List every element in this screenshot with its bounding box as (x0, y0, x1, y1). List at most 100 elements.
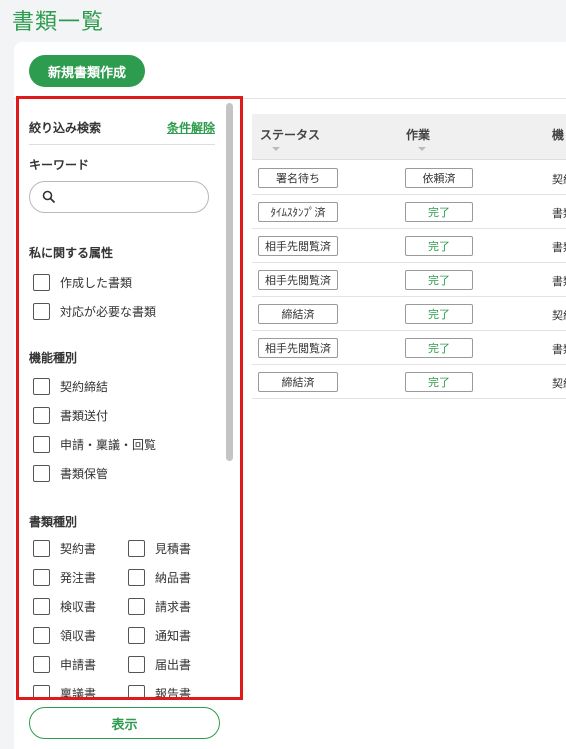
doctype-checkbox-right-5[interactable]: 届出書 (128, 656, 191, 673)
table-header: ステータス 作業 機 (252, 114, 566, 160)
func-cell: 書類 (552, 343, 566, 356)
work-badge: 完了 (405, 236, 473, 256)
keyword-search-field[interactable] (29, 181, 209, 213)
checkbox-label: 書類送付 (60, 409, 109, 423)
search-icon (42, 190, 56, 204)
doctype-checkbox-left-2[interactable]: 発注書 (33, 569, 96, 586)
checkbox-label: 稟議書 (60, 687, 97, 700)
table-row[interactable]: 相手先閲覧済 完了 書類 (252, 263, 566, 297)
checkbox-label: 契約締結 (60, 380, 109, 394)
attr-checkbox-1[interactable]: 作成した書類 (33, 274, 132, 291)
work-badge: 完了 (405, 372, 473, 392)
col-header-status[interactable]: ステータス (260, 126, 320, 143)
table-row[interactable]: 締結済 完了 契約 (252, 297, 566, 331)
checkbox[interactable] (33, 627, 50, 644)
table-row[interactable]: ﾀｲﾑｽﾀﾝﾌﾟ済 完了 書類 (252, 195, 566, 229)
checkbox[interactable] (128, 598, 145, 615)
checkbox[interactable] (128, 627, 145, 644)
status-badge: 相手先閲覧済 (258, 338, 338, 358)
status-badge: 相手先閲覧済 (258, 270, 338, 290)
checkbox-label: 作成した書類 (60, 276, 133, 290)
work-badge: 完了 (405, 270, 473, 290)
checkbox-label: 届出書 (155, 658, 192, 672)
doctype-checkbox-right-1[interactable]: 見積書 (128, 540, 191, 557)
checkbox-label: 書類保管 (60, 467, 109, 481)
new-document-button[interactable]: 新規書類作成 (29, 55, 145, 87)
checkbox-label: 発注書 (60, 571, 97, 585)
clear-filter-link[interactable]: 条件解除 (167, 119, 215, 136)
func-cell: 書類 (552, 275, 566, 288)
checkbox-label: 請求書 (155, 600, 192, 614)
doctype-checkbox-right-6[interactable]: 報告書 (128, 685, 192, 700)
doctype-checkbox-right-2[interactable]: 納品書 (128, 569, 191, 586)
filter-title: 絞り込み検索 (29, 121, 102, 135)
checkbox-label: 見積書 (155, 542, 192, 556)
checkbox[interactable] (33, 436, 50, 453)
col-header-func[interactable]: 機 (552, 126, 564, 143)
col-header-work[interactable]: 作業 (406, 126, 430, 143)
func-checkbox-2[interactable]: 書類送付 (33, 407, 108, 424)
checkbox[interactable] (128, 540, 145, 557)
func-cell: 契約 (552, 377, 566, 390)
func-checkbox-4[interactable]: 書類保管 (33, 465, 108, 482)
status-badge: ﾀｲﾑｽﾀﾝﾌﾟ済 (258, 202, 338, 222)
table-row[interactable]: 相手先閲覧済 完了 書類 (252, 331, 566, 365)
work-badge: 依頼済 (405, 168, 473, 188)
filter-header: 絞り込み検索 条件解除 (29, 119, 215, 136)
checkbox-label: 報告書 (155, 687, 192, 700)
func-cell: 書類 (552, 241, 566, 254)
func-cell: 書類 (552, 207, 566, 220)
checkbox-label: 検収書 (60, 600, 97, 614)
checkbox[interactable] (33, 274, 50, 291)
checkbox[interactable] (33, 685, 50, 697)
func-cell: 契約 (552, 173, 566, 186)
checkbox[interactable] (33, 378, 50, 395)
checkbox[interactable] (33, 303, 50, 320)
doctype-checkbox-left-4[interactable]: 領収書 (33, 627, 96, 644)
doctype-checkbox-left-3[interactable]: 検収書 (33, 598, 96, 615)
doctype-section-title: 書類種別 (29, 515, 78, 529)
checkbox[interactable] (33, 656, 50, 673)
checkbox[interactable] (128, 656, 145, 673)
sort-work-icon[interactable] (418, 147, 426, 151)
doctype-checkbox-left-1[interactable]: 契約書 (33, 540, 96, 557)
status-badge: 相手先閲覧済 (258, 236, 338, 256)
checkbox-label: 申請・稟議・回覧 (60, 438, 157, 452)
work-badge: 完了 (405, 304, 473, 324)
checkbox-label: 納品書 (155, 571, 192, 585)
sort-status-icon[interactable] (272, 147, 280, 151)
status-badge: 締結済 (258, 304, 338, 324)
checkbox[interactable] (33, 540, 50, 557)
table-row[interactable]: 相手先閲覧済 完了 書類 (252, 229, 566, 263)
keyword-section-title: キーワード (29, 158, 90, 172)
page-title: 書類一覧 (12, 10, 105, 35)
show-results-button[interactable]: 表示 (29, 707, 220, 739)
checkbox-label: 領収書 (60, 629, 97, 643)
doctype-checkbox-right-4[interactable]: 通知書 (128, 627, 191, 644)
work-badge: 完了 (405, 202, 473, 222)
work-badge: 完了 (405, 338, 473, 358)
filter-panel: 絞り込み検索 条件解除 キーワード 私に関する属性 作成した書類対応が必要な書類… (16, 96, 243, 700)
func-cell: 契約 (552, 309, 566, 322)
status-badge: 署名待ち (258, 168, 338, 188)
checkbox[interactable] (128, 685, 145, 697)
func-checkbox-3[interactable]: 申請・稟議・回覧 (33, 436, 156, 453)
checkbox[interactable] (33, 598, 50, 615)
checkbox[interactable] (33, 407, 50, 424)
func-checkbox-1[interactable]: 契約締結 (33, 378, 108, 395)
checkbox-label: 契約書 (60, 542, 97, 556)
filter-scrollbar[interactable] (226, 103, 233, 461)
table-row[interactable]: 署名待ち 依頼済 契約 (252, 161, 566, 195)
checkbox[interactable] (33, 569, 50, 586)
table-row[interactable]: 締結済 完了 契約 (252, 365, 566, 399)
doctype-checkbox-left-6[interactable]: 稟議書 (33, 685, 97, 700)
attr-checkbox-2[interactable]: 対応が必要な書類 (33, 303, 156, 320)
doctype-checkbox-right-3[interactable]: 請求書 (128, 598, 191, 615)
checkbox-label: 申請書 (60, 658, 97, 672)
keyword-search-input[interactable] (62, 190, 192, 204)
doctype-checkbox-left-5[interactable]: 申請書 (33, 656, 96, 673)
checkbox[interactable] (128, 569, 145, 586)
checkbox[interactable] (33, 465, 50, 482)
filter-divider (29, 144, 215, 145)
attr-section-title: 私に関する属性 (29, 246, 114, 260)
